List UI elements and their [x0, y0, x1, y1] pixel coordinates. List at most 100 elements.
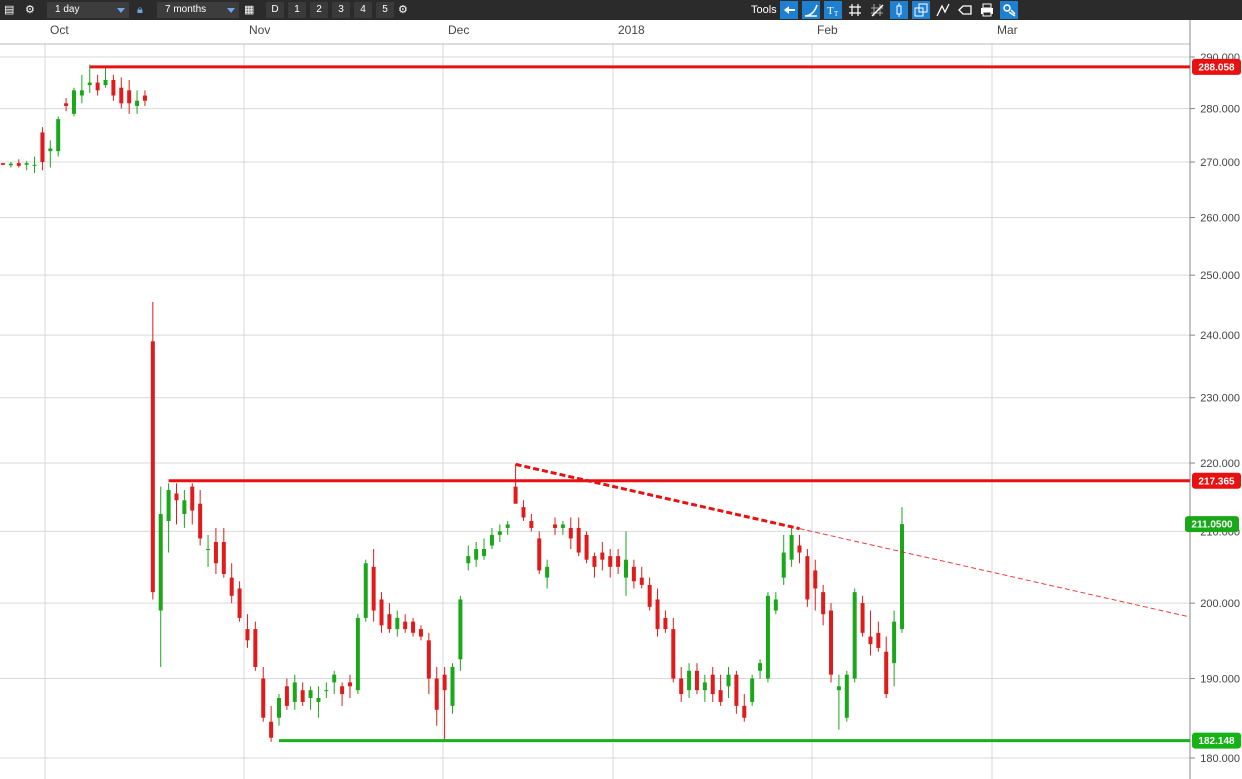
candle-body — [829, 610, 834, 675]
candle-body — [182, 500, 187, 515]
candle-body — [174, 493, 179, 501]
candle-body — [24, 163, 29, 165]
period-settings-icon[interactable]: ⚙ — [398, 0, 408, 20]
svg-text:T: T — [834, 10, 839, 18]
candle-body — [679, 678, 684, 695]
tools-label: Tools — [751, 4, 777, 16]
candle-body — [765, 595, 770, 679]
candle-body — [237, 588, 242, 618]
svg-text:T: T — [827, 5, 834, 17]
candle-body — [860, 603, 865, 633]
candle-body — [742, 705, 747, 718]
candle-body — [395, 617, 400, 630]
candle-body — [521, 507, 526, 518]
candle-body — [482, 549, 487, 557]
candle-body — [355, 617, 360, 691]
label-icon[interactable] — [956, 1, 974, 19]
period-button-4[interactable]: 4 — [354, 2, 372, 18]
candle-body — [387, 614, 392, 630]
draw-tool-icon[interactable] — [868, 1, 886, 19]
lock-icon[interactable]: 🔒︎ — [137, 0, 143, 20]
gear-icon[interactable]: ⚙ — [25, 0, 35, 20]
level-price-badge-text: 288.058 — [1198, 62, 1235, 73]
candle-body — [1, 163, 5, 165]
candle-body — [450, 666, 455, 706]
candle-body — [206, 549, 211, 551]
period-button-d[interactable]: D — [266, 2, 284, 18]
grid-icon[interactable] — [846, 1, 864, 19]
trendline-extension[interactable] — [799, 528, 1191, 618]
candle-body — [300, 690, 305, 702]
price-tick-label: 250.000 — [1200, 270, 1240, 282]
print-icon[interactable] — [978, 1, 996, 19]
candle-body — [663, 617, 668, 630]
interval-select[interactable]: 1 day — [47, 2, 129, 18]
current-price-badge-text: 211.0500 — [1191, 520, 1233, 531]
candlestick-series — [1, 64, 904, 742]
indicator-icon[interactable] — [934, 1, 952, 19]
period-button-1[interactable]: 1 — [288, 2, 306, 18]
candle-body — [900, 524, 904, 630]
back-icon[interactable] — [780, 1, 798, 19]
period-button-5[interactable]: 5 — [376, 2, 394, 18]
candle-body — [316, 697, 321, 702]
candle-body — [734, 674, 739, 706]
candle-body — [135, 100, 140, 106]
candle-body — [111, 79, 116, 96]
candle-body — [347, 682, 352, 687]
candle-body — [16, 163, 21, 166]
candle-body — [150, 341, 155, 593]
candle-body — [797, 545, 802, 553]
trendline-dashed[interactable] — [515, 462, 800, 531]
candle-body — [198, 503, 203, 539]
candle-body — [884, 651, 889, 695]
candle-body — [95, 82, 100, 91]
date-label: Nov — [249, 23, 270, 37]
price-chart[interactable]: Oct Nov Dec 2018 Feb Mar290.000280.000270.000… — [0, 20, 1242, 779]
menu-icon[interactable]: ▤ — [4, 0, 14, 20]
candle-body — [442, 674, 447, 691]
candle-body — [773, 599, 778, 611]
level-price-badge-text: 182.148 — [1198, 736, 1235, 747]
candle-body — [371, 566, 376, 611]
period-button-3[interactable]: 3 — [332, 2, 350, 18]
candle-body — [639, 577, 644, 585]
text-tool-icon[interactable]: TT — [824, 1, 842, 19]
compare-icon[interactable] — [912, 1, 930, 19]
candle-body — [363, 563, 368, 618]
candle-body — [32, 164, 37, 166]
candle-body — [332, 674, 337, 683]
line-tool-icon[interactable] — [802, 1, 820, 19]
candle-body — [805, 556, 810, 600]
candle-body — [127, 90, 132, 104]
candle-body — [426, 640, 431, 679]
candle-body — [537, 538, 542, 571]
candle-body — [379, 599, 384, 626]
date-label: Mar — [997, 23, 1018, 37]
candle-body — [403, 621, 408, 630]
calendar-icon[interactable]: ▦ — [244, 0, 254, 20]
candle-body — [568, 527, 573, 539]
period-button-2[interactable]: 2 — [310, 2, 328, 18]
candle-body — [497, 531, 502, 535]
chart-axes: Oct Nov Dec 2018 Feb Mar290.000280.000270.000… — [0, 20, 1242, 779]
candle-body — [8, 163, 13, 166]
candle-body — [702, 682, 707, 691]
candle-body — [781, 552, 786, 578]
price-tick-label: 280.000 — [1200, 104, 1240, 116]
price-tick-label: 260.000 — [1200, 213, 1240, 225]
candle-body — [261, 678, 266, 718]
candle-body — [750, 678, 755, 702]
settings-tool-icon[interactable] — [1000, 1, 1018, 19]
price-tick-label: 190.000 — [1200, 674, 1240, 686]
range-select[interactable]: 7 months — [157, 2, 239, 18]
candle-body — [277, 697, 282, 718]
candle-body — [647, 584, 652, 607]
candle-icon[interactable] — [890, 1, 908, 19]
candle-body — [229, 577, 234, 596]
candle-body — [56, 119, 61, 152]
range-select-value: 7 months — [165, 4, 207, 15]
candle-body — [813, 570, 818, 589]
date-label: Feb — [817, 23, 838, 37]
candle-body — [671, 629, 676, 679]
